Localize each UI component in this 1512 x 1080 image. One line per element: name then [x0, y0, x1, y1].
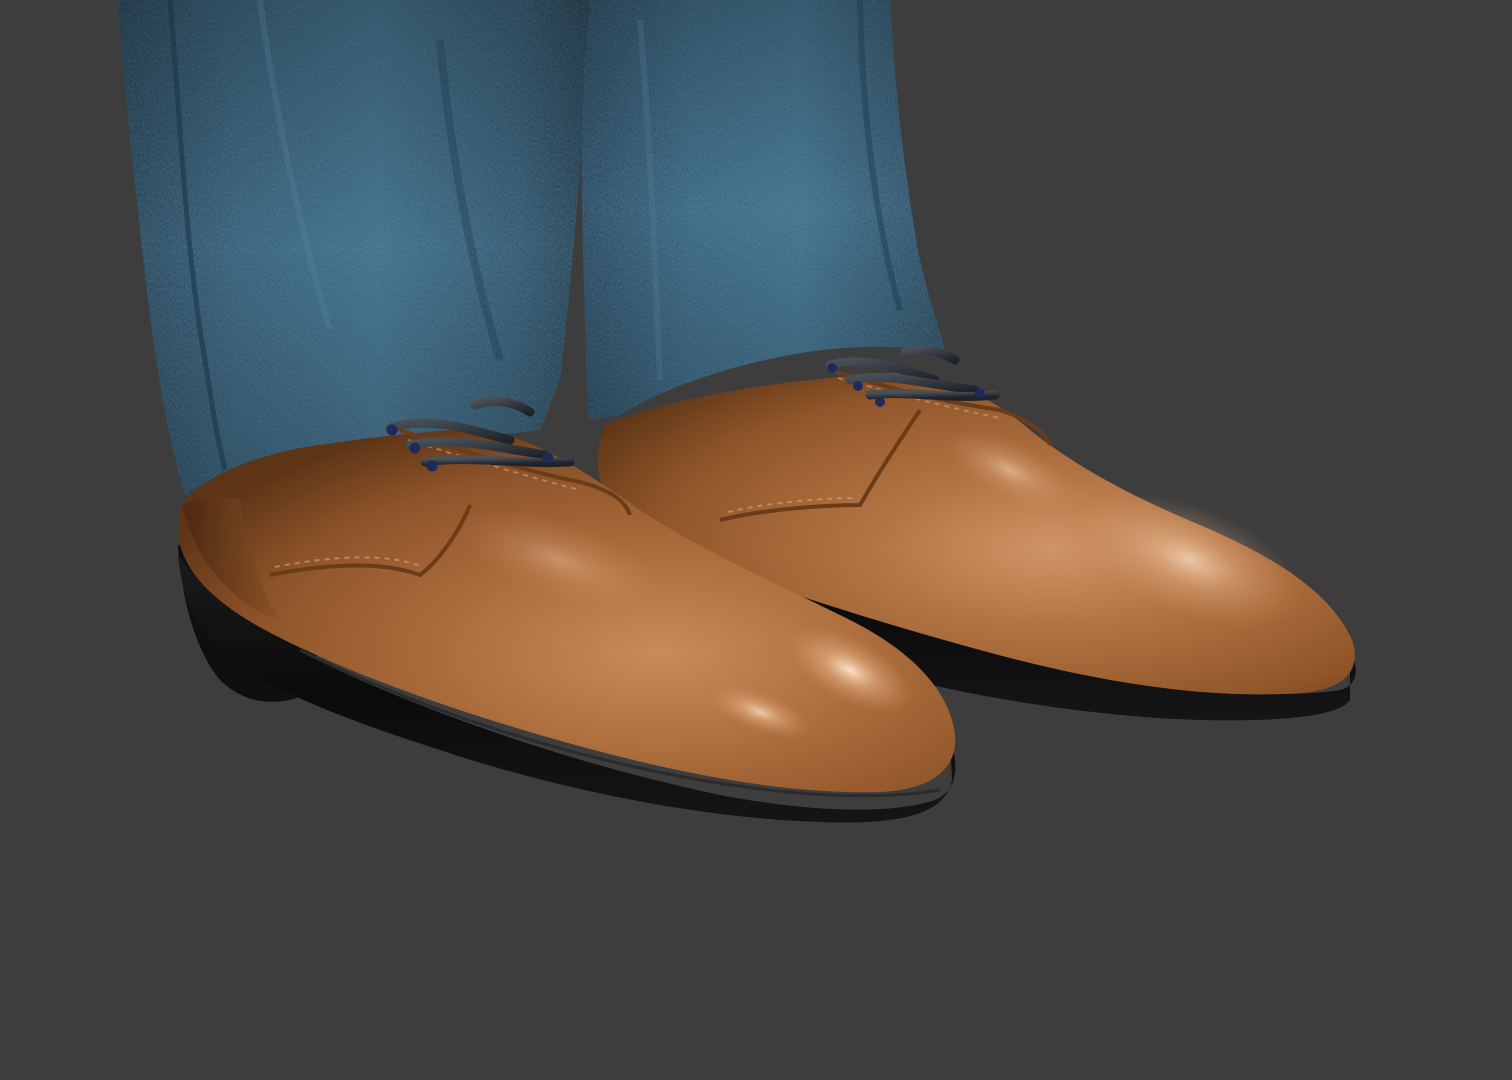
- render-viewport: [0, 0, 1512, 1080]
- left-trouser-leg: [118, 0, 590, 495]
- shoes-render: [0, 0, 1512, 1080]
